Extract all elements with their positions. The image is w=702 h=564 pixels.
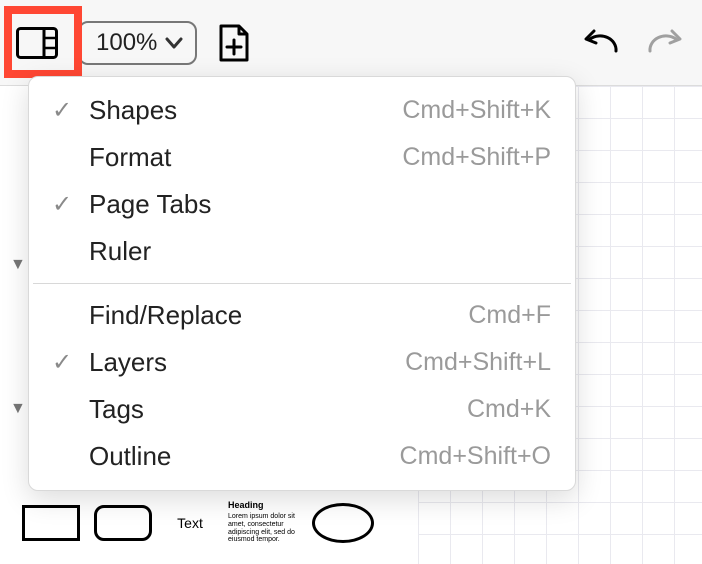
shape-rectangle[interactable] <box>22 505 80 541</box>
menu-item-shortcut: Cmd+Shift+O <box>400 442 551 471</box>
redo-icon <box>646 29 686 57</box>
menu-item-label: Tags <box>89 394 467 425</box>
menu-item-label: Page Tabs <box>89 189 551 220</box>
menu-item-label: Ruler <box>89 236 551 267</box>
panel-toggle-button[interactable] <box>10 21 64 65</box>
undo-button[interactable] <box>574 23 626 63</box>
disclosure-triangle-icon[interactable]: ▼ <box>10 400 26 418</box>
shape-heading-title: Heading <box>228 501 298 511</box>
new-page-button[interactable] <box>211 18 257 68</box>
check-icon: ✓ <box>47 96 77 125</box>
toolbar: 100% <box>0 0 702 86</box>
menu-item-page-tabs[interactable]: ✓ Page Tabs <box>29 181 575 228</box>
menu-separator <box>33 283 571 284</box>
shape-rounded-rectangle[interactable] <box>94 505 152 541</box>
shape-heading[interactable]: Heading Lorem ipsum dolor sit amet, cons… <box>228 501 298 544</box>
menu-item-format[interactable]: FormatCmd+Shift+P <box>29 134 575 181</box>
menu-item-find-replace[interactable]: Find/ReplaceCmd+F <box>29 292 575 339</box>
redo-button[interactable] <box>640 23 692 63</box>
panel-toggle-icon <box>16 27 58 59</box>
menu-item-shortcut: Cmd+Shift+K <box>402 96 551 125</box>
menu-item-label: Find/Replace <box>89 300 468 331</box>
disclosure-triangle-icon[interactable]: ▼ <box>10 256 26 274</box>
menu-item-label: Outline <box>89 441 400 472</box>
shape-heading-body: Lorem ipsum dolor sit amet, consectetur … <box>228 513 295 543</box>
menu-item-label: Shapes <box>89 95 402 126</box>
menu-item-shapes[interactable]: ✓ ShapesCmd+Shift+K <box>29 87 575 134</box>
shape-ellipse[interactable] <box>312 503 374 543</box>
shape-text[interactable]: Text <box>166 515 214 531</box>
menu-item-layers[interactable]: ✓ LayersCmd+Shift+L <box>29 339 575 386</box>
new-page-icon <box>217 24 251 62</box>
menu-item-tags[interactable]: TagsCmd+K <box>29 386 575 433</box>
check-icon: ✓ <box>47 190 77 219</box>
menu-item-label: Layers <box>89 347 405 378</box>
menu-item-ruler[interactable]: Ruler <box>29 228 575 275</box>
menu-item-shortcut: Cmd+Shift+L <box>405 348 551 377</box>
menu-item-label: Format <box>89 142 402 173</box>
menu-item-outline[interactable]: OutlineCmd+Shift+O <box>29 433 575 480</box>
check-icon: ✓ <box>47 348 77 377</box>
zoom-value: 100% <box>96 29 157 57</box>
undo-icon <box>580 29 620 57</box>
shape-palette-row: Text Heading Lorem ipsum dolor sit amet,… <box>22 501 374 544</box>
zoom-select[interactable]: 100% <box>78 21 197 65</box>
view-menu: ✓ShapesCmd+Shift+KFormatCmd+Shift+P✓Page… <box>28 76 576 491</box>
menu-item-shortcut: Cmd+F <box>468 301 551 330</box>
chevron-down-icon <box>165 36 183 50</box>
menu-item-shortcut: Cmd+Shift+P <box>402 143 551 172</box>
menu-item-shortcut: Cmd+K <box>467 395 551 424</box>
